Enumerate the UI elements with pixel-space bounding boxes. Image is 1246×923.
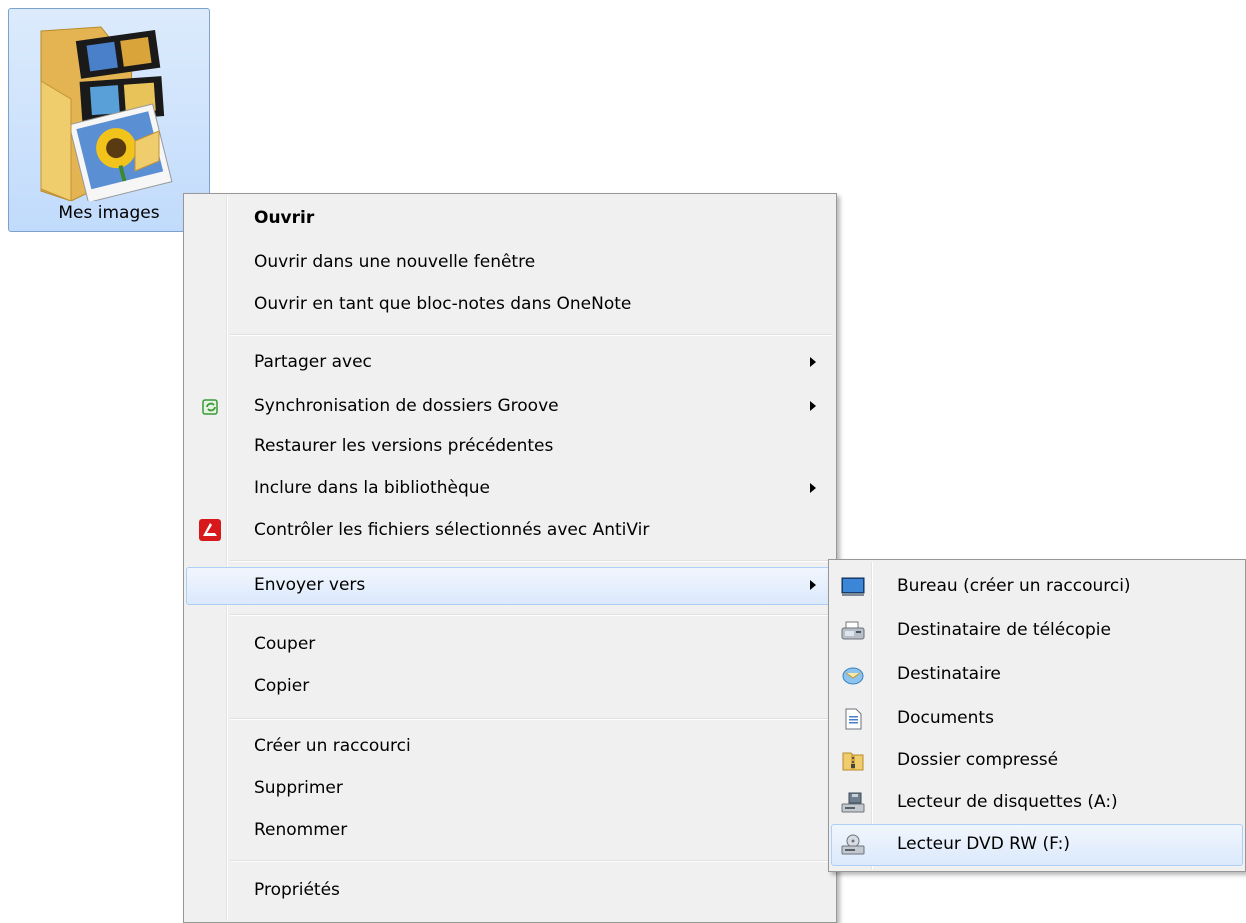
send-to-zip-folder[interactable]: Dossier compressé: [831, 740, 1243, 782]
menu-item-label: Inclure dans la bibliothèque: [254, 478, 490, 498]
desktop-icon: [841, 577, 865, 596]
submenu-item-label: Documents: [897, 708, 994, 728]
menu-item-send-to[interactable]: Envoyer vers: [186, 567, 834, 605]
menu-item-cut[interactable]: Couper: [186, 626, 834, 664]
menu-item-label: Synchronisation de dossiers Groove: [254, 396, 559, 416]
antivir-icon: [199, 519, 221, 541]
submenu-arrow-icon: [810, 580, 816, 590]
send-to-dvd-drive[interactable]: Lecteur DVD RW (F:): [831, 824, 1243, 866]
send-to-mail-recipient[interactable]: Destinataire: [831, 654, 1243, 696]
menu-separator: [230, 718, 832, 720]
send-to-floppy[interactable]: Lecteur de disquettes (A:): [831, 782, 1243, 824]
menu-item-label: Renommer: [254, 820, 348, 840]
submenu-item-label: Bureau (créer un raccourci): [897, 576, 1131, 596]
menu-separator: [230, 334, 832, 336]
menu-item-rename[interactable]: Renommer: [186, 812, 834, 850]
send-to-desktop[interactable]: Bureau (créer un raccourci): [831, 566, 1243, 608]
menu-item-label: Partager avec: [254, 352, 372, 372]
send-to-submenu: Bureau (créer un raccourci) Destinataire…: [828, 559, 1246, 872]
menu-item-groove-sync[interactable]: Synchronisation de dossiers Groove: [186, 388, 834, 426]
menu-separator: [230, 560, 832, 562]
menu-item-label: Copier: [254, 676, 310, 696]
menu-item-open-onenote[interactable]: Ouvrir en tant que bloc-notes dans OneNo…: [186, 286, 834, 324]
menu-item-label: Supprimer: [254, 778, 343, 798]
menu-item-open-new-window[interactable]: Ouvrir dans une nouvelle fenêtre: [186, 244, 834, 282]
submenu-arrow-icon: [810, 401, 816, 411]
submenu-item-label: Destinataire: [897, 664, 1001, 684]
submenu-item-label: Lecteur DVD RW (F:): [897, 834, 1070, 854]
menu-item-label: Ouvrir dans une nouvelle fenêtre: [254, 252, 536, 272]
menu-item-open[interactable]: Ouvrir: [186, 200, 834, 238]
send-to-fax[interactable]: Destinataire de télécopie: [831, 610, 1243, 652]
menu-item-delete[interactable]: Supprimer: [186, 770, 834, 808]
submenu-item-label: Destinataire de télécopie: [897, 620, 1111, 640]
menu-item-label: Contrôler les fichiers sélectionnés avec…: [254, 520, 650, 540]
menu-item-restore-versions[interactable]: Restaurer les versions précédentes: [186, 428, 834, 466]
submenu-arrow-icon: [810, 357, 816, 367]
menu-item-antivir-scan[interactable]: Contrôler les fichiers sélectionnés avec…: [186, 512, 834, 550]
send-to-documents[interactable]: Documents: [831, 698, 1243, 740]
menu-item-include-library[interactable]: Inclure dans la bibliothèque: [186, 470, 834, 508]
menu-item-label: Ouvrir en tant que bloc-notes dans OneNo…: [254, 294, 632, 314]
menu-item-label: Couper: [254, 634, 316, 654]
menu-separator: [230, 860, 832, 862]
menu-item-label: Créer un raccourci: [254, 736, 411, 756]
menu-item-share-with[interactable]: Partager avec: [186, 344, 834, 382]
menu-item-label: Envoyer vers: [254, 575, 366, 595]
pictures-folder-icon: [40, 26, 173, 201]
desktop-item-mes-images[interactable]: Mes images: [8, 8, 210, 232]
desktop-item-label: Mes images: [58, 203, 160, 223]
zip-folder-icon: [842, 752, 864, 771]
groove-sync-icon: [202, 399, 218, 415]
menu-item-label: Ouvrir: [254, 208, 315, 228]
documents-icon: [845, 708, 862, 730]
menu-item-copy[interactable]: Copier: [186, 668, 834, 706]
mail-recipient-icon: [842, 667, 864, 685]
floppy-drive-icon: [841, 792, 865, 813]
menu-separator: [230, 614, 832, 616]
fax-icon: [841, 621, 865, 640]
context-menu: Ouvrir Ouvrir dans une nouvelle fenêtre …: [183, 193, 837, 923]
submenu-arrow-icon: [810, 483, 816, 493]
submenu-item-label: Lecteur de disquettes (A:): [897, 792, 1118, 812]
menu-item-label: Propriétés: [254, 880, 340, 900]
menu-item-label: Restaurer les versions précédentes: [254, 436, 554, 456]
menu-item-create-shortcut[interactable]: Créer un raccourci: [186, 728, 834, 766]
submenu-item-label: Dossier compressé: [897, 750, 1059, 770]
dvd-drive-icon: [841, 834, 865, 855]
menu-item-properties[interactable]: Propriétés: [186, 872, 834, 910]
